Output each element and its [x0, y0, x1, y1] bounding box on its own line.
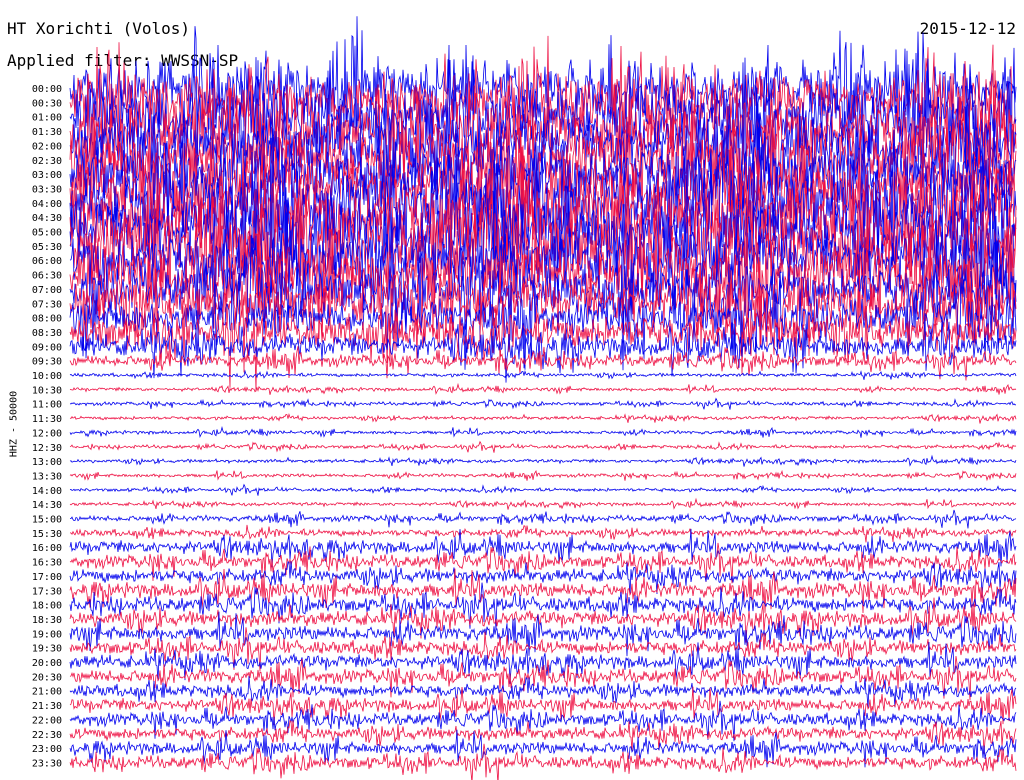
row-time-label: 02:00 — [32, 141, 62, 152]
row-time-label: 14:30 — [32, 500, 62, 511]
row-time-label: 21:00 — [32, 687, 62, 698]
row-time-label: 23:00 — [32, 744, 62, 755]
trace-group — [69, 16, 1017, 780]
row-time-label: 12:30 — [32, 443, 62, 454]
trace-row — [69, 412, 1017, 424]
row-time-label: 18:00 — [32, 601, 62, 612]
row-time-label: 17:30 — [32, 586, 62, 597]
trace-row — [69, 382, 1017, 395]
row-time-label: 11:30 — [32, 414, 62, 425]
row-time-label: 07:30 — [32, 299, 62, 310]
row-time-label: 14:00 — [32, 486, 62, 497]
row-time-label: 16:00 — [32, 543, 62, 554]
trace-row — [69, 440, 1017, 453]
row-time-label: 19:30 — [32, 644, 62, 655]
trace-row — [69, 524, 1017, 543]
row-time-label: 10:30 — [32, 385, 62, 396]
row-time-label: 15:30 — [32, 529, 62, 540]
row-time-label: 08:00 — [32, 314, 62, 325]
row-time-label: 13:30 — [32, 471, 62, 482]
row-time-label: 19:00 — [32, 629, 62, 640]
row-time-label: 17:00 — [32, 572, 62, 583]
row-time-label: 10:00 — [32, 371, 62, 382]
row-time-label: 09:00 — [32, 342, 62, 353]
row-time-label: 01:00 — [32, 113, 62, 124]
trace-row — [69, 369, 1017, 380]
seismogram-plot: 00:00 00:30 01:00 01:30 02:00 02:30 03:00 03:30… — [32, 16, 1017, 780]
row-time-label: 06:30 — [32, 271, 62, 282]
trace-row — [69, 497, 1017, 510]
trace-row — [69, 397, 1016, 410]
row-time-label: 22:30 — [32, 730, 62, 741]
row-time-label: 05:30 — [32, 242, 62, 253]
trace-row — [69, 312, 1017, 383]
row-time-label: 02:30 — [32, 156, 62, 167]
row-time-label: 06:00 — [32, 256, 62, 267]
row-time-label: 18:30 — [32, 615, 62, 626]
row-time-label: 04:00 — [32, 199, 62, 210]
row-time-label: 00:00 — [32, 84, 62, 95]
row-time-label: 03:00 — [32, 170, 62, 181]
row-time-label: 07:00 — [32, 285, 62, 296]
trace-row — [69, 509, 1017, 529]
row-time-label: 01:30 — [32, 127, 62, 138]
trace-row — [69, 469, 1017, 482]
row-time-label: 11:00 — [32, 400, 62, 411]
row-time-label: 20:30 — [32, 672, 62, 683]
row-label-group: 00:00 00:30 01:00 01:30 02:00 02:30 03:00 03:30… — [32, 84, 62, 769]
row-time-label: 05:00 — [32, 228, 62, 239]
trace-row — [69, 454, 1017, 467]
row-time-label: 20:00 — [32, 658, 62, 669]
row-time-label: 22:00 — [32, 715, 62, 726]
row-time-label: 12:00 — [32, 428, 62, 439]
row-time-label: 08:30 — [32, 328, 62, 339]
row-time-label: 16:30 — [32, 558, 62, 569]
row-time-label: 09:30 — [32, 357, 62, 368]
row-time-label: 23:30 — [32, 758, 62, 769]
trace-row — [69, 483, 1017, 496]
row-time-label: 03:30 — [32, 184, 62, 195]
row-time-label: 00:30 — [32, 98, 62, 109]
row-time-label: 04:30 — [32, 213, 62, 224]
row-time-label: 13:00 — [32, 457, 62, 468]
trace-row — [69, 425, 1017, 439]
row-time-label: 21:30 — [32, 701, 62, 712]
row-time-label: 15:00 — [32, 515, 62, 526]
